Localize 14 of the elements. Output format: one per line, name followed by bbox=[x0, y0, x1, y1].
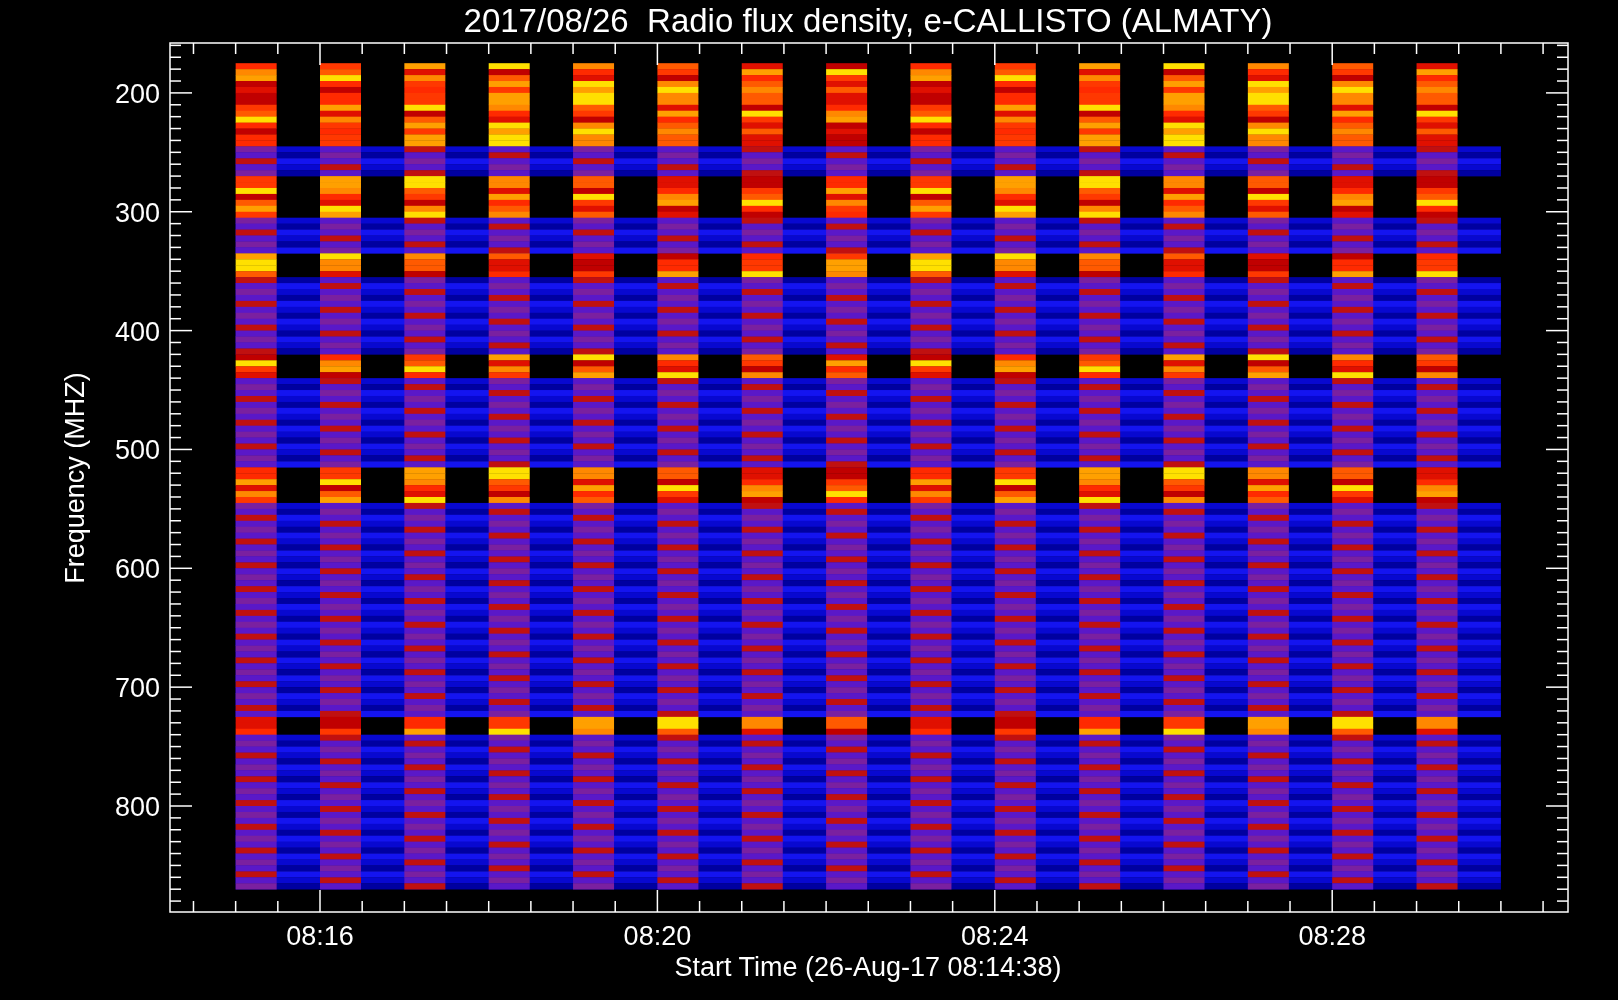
y-axis-label: Frequency (MHZ) bbox=[60, 372, 90, 584]
y-tick-label: 600 bbox=[114, 554, 160, 585]
x-axis-label: Start Time (26-Aug-17 08:14:38) bbox=[674, 952, 1062, 982]
y-tick-label: 500 bbox=[114, 435, 160, 466]
y-tick-label: 400 bbox=[114, 316, 160, 347]
y-tick-label: 700 bbox=[114, 673, 160, 704]
y-tick-label: 800 bbox=[114, 792, 160, 822]
y-tick-label: 300 bbox=[114, 197, 160, 228]
x-tick-label: 08:28 bbox=[1298, 921, 1366, 951]
y-tick-label: 200 bbox=[114, 78, 160, 109]
x-tick-label: 08:24 bbox=[961, 921, 1029, 951]
x-tick-label: 08:16 bbox=[286, 921, 354, 951]
chart-title: 2017/08/26 Radio flux density, e-CALLISTO (ALMATY) bbox=[463, 2, 1273, 39]
x-tick-label: 08:20 bbox=[623, 921, 692, 951]
